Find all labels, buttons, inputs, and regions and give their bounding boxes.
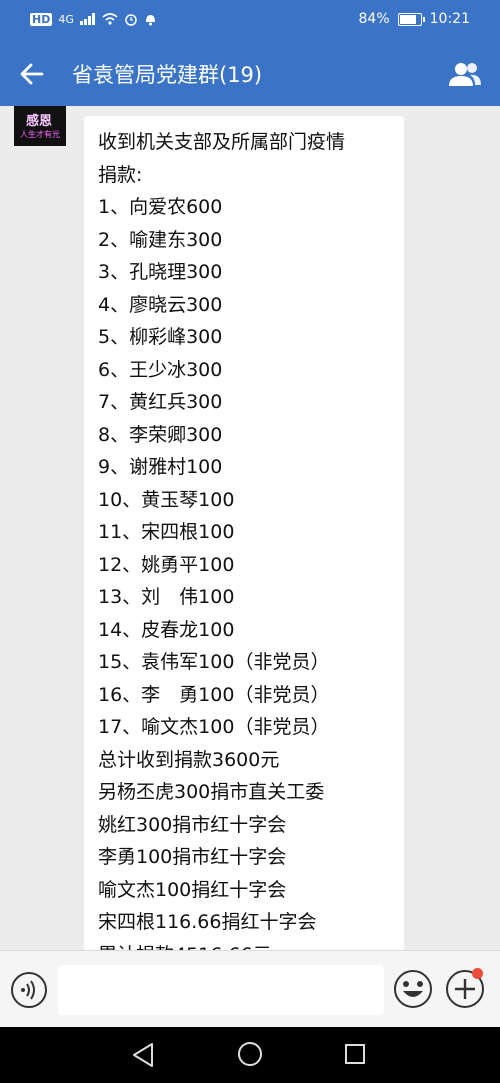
- emoji-icon[interactable]: [393, 969, 433, 1009]
- message-line: 捐款:: [98, 163, 143, 186]
- status-bar: HD 4G 84% 10:21: [0, 0, 500, 42]
- message-line: 姚红300捐市红十字会: [98, 813, 287, 836]
- message-line: 9、谢雅村100: [98, 456, 223, 478]
- chat-title: 省袁管局党建群(19): [72, 63, 263, 87]
- message-line: 13、刘 伟100: [98, 586, 235, 608]
- message-line: 李勇100捐市红十字会: [98, 846, 287, 868]
- message-line: 8、李荣卿300: [98, 423, 223, 446]
- message-line: 宋四根116.66捐红十字会: [98, 911, 317, 933]
- message-bubble[interactable]: 收到机关支部及所属部门疫情 捐款: 1、向爱农600 2、喻建东300 3、孔晓理300…: [84, 116, 404, 950]
- notification-bell-icon: [145, 15, 155, 26]
- nav-home-icon[interactable]: [237, 1041, 263, 1067]
- nav-back-icon[interactable]: [130, 1041, 156, 1069]
- message-line: 7、黄红兵300: [98, 391, 223, 413]
- avatar-text-top: 感恩: [26, 114, 53, 129]
- message-line: 11、宋四根100: [98, 521, 235, 543]
- sender-avatar[interactable]: 感恩 人生才有光: [14, 106, 66, 146]
- message-line: 另杨丕虎300捐市直关工委: [98, 781, 325, 803]
- network-badge: 4G: [58, 12, 74, 26]
- battery-percent: 84%: [358, 11, 390, 27]
- message-line: 2、喻建东300: [98, 228, 223, 251]
- alarm-icon: [125, 14, 137, 26]
- back-arrow-icon[interactable]: [18, 60, 46, 88]
- message-line: 3、孔晓理300: [98, 261, 223, 283]
- signal-icon: [79, 13, 95, 25]
- message-line: 12、姚勇平100: [98, 553, 235, 576]
- message-line: 17、喻文杰100（非党员）: [98, 716, 330, 738]
- wifi-icon: [102, 13, 118, 25]
- nav-recent-apps-icon[interactable]: [344, 1043, 366, 1065]
- voice-input-icon[interactable]: [10, 971, 48, 1009]
- status-right: 84% 10:21: [359, 11, 470, 27]
- message-line: 4、廖晓云300: [98, 293, 223, 316]
- status-left: HD 4G: [30, 12, 157, 26]
- message-line: 10、黄玉琴100: [98, 488, 235, 511]
- chat-header: 省袁管局党建群(19): [0, 42, 500, 106]
- message-line: 14、皮春龙100: [98, 618, 235, 641]
- group-members-icon[interactable]: [448, 60, 482, 88]
- message-line: 5、柳彩峰300: [98, 326, 223, 348]
- new-badge-dot: [472, 968, 483, 979]
- hd-badge: HD: [30, 12, 53, 26]
- message-line: 喻文杰100捐红十字会: [98, 878, 287, 901]
- clock: 10:21: [429, 11, 470, 27]
- message-line: 1、向爱农600: [98, 196, 223, 218]
- system-nav-bar: [0, 1027, 500, 1083]
- message-input[interactable]: [58, 965, 384, 1015]
- message-line: 15、袁伟军100（非党员）: [98, 651, 330, 673]
- message-line: 总计收到捐款3600元: [98, 748, 280, 771]
- avatar-text-bottom: 人生才有光: [20, 130, 60, 139]
- chat-area[interactable]: 感恩 人生才有光 收到机关支部及所属部门疫情 捐款: 1、向爱农600 2、喻建东30…: [0, 106, 500, 950]
- input-bar: [0, 950, 500, 1028]
- battery-level: [399, 14, 416, 24]
- battery-icon: [397, 12, 425, 26]
- message-line: 累计捐款4516.66元: [98, 939, 390, 951]
- message-line: 收到机关支部及所属部门疫情: [98, 131, 346, 153]
- message-line: 6、王少冰300: [98, 358, 223, 381]
- message-line: 16、李 勇100（非党员）: [98, 683, 330, 706]
